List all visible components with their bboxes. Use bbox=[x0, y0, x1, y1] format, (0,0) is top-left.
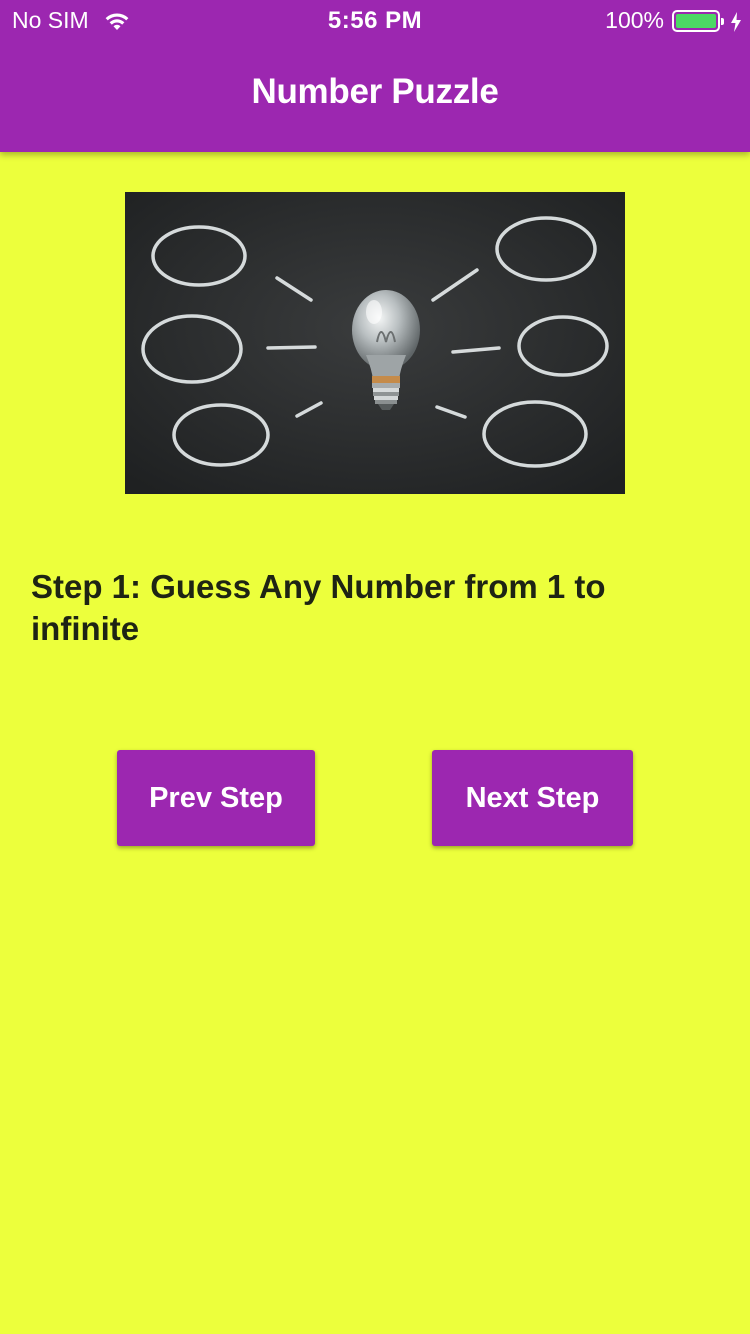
app-bar: No SIM 5:56 PM 100% Number Puzzle bbox=[0, 0, 750, 152]
charging-bolt-icon bbox=[730, 11, 742, 32]
battery-percent: 100% bbox=[605, 7, 664, 33]
status-right: 100% bbox=[605, 7, 742, 34]
battery-icon bbox=[672, 9, 724, 32]
step-instruction: Step 1: Guess Any Number from 1 to infin… bbox=[31, 568, 606, 647]
status-bar: No SIM 5:56 PM 100% bbox=[0, 0, 750, 40]
battery-fill bbox=[676, 13, 716, 28]
lightbulb-chalkboard-image bbox=[125, 192, 625, 494]
prev-step-button[interactable]: Prev Step bbox=[117, 750, 315, 846]
next-step-button[interactable]: Next Step bbox=[432, 750, 633, 846]
battery-nub bbox=[721, 17, 724, 25]
page-title: Number Puzzle bbox=[251, 72, 499, 111]
